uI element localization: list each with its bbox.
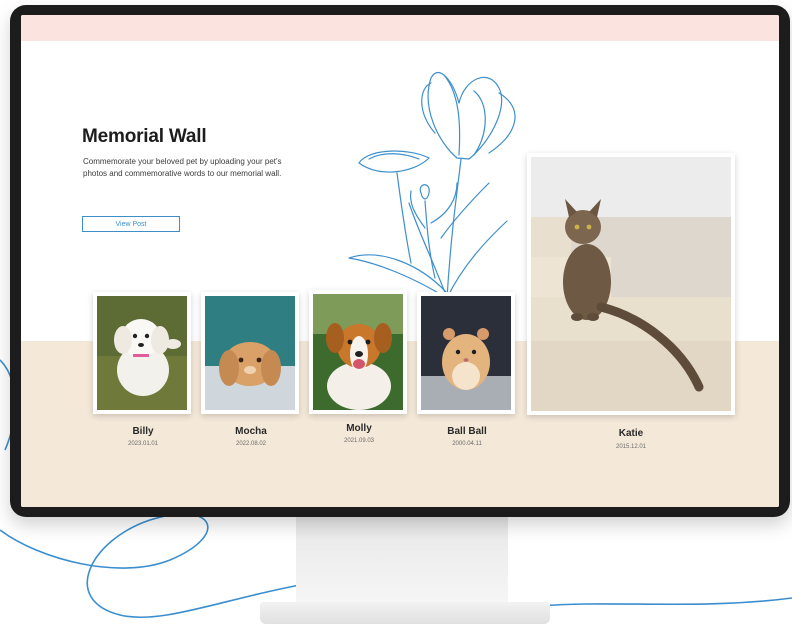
page-title: Memorial Wall <box>82 126 207 147</box>
flower-illustration-icon <box>348 71 516 299</box>
monitor-stand-base <box>260 602 550 624</box>
dog-photo-icon <box>97 296 187 410</box>
memorial-description: Commemorate your beloved pet by uploadin… <box>83 157 282 178</box>
hamster-photo-icon <box>421 296 511 410</box>
pet-photo-billy[interactable] <box>93 292 191 414</box>
monitor-screen: Memorial Wall Commemorate your beloved p… <box>21 15 779 507</box>
pet-photo-ball-ball[interactable] <box>417 292 515 414</box>
pet-name: Billy <box>132 426 154 437</box>
monitor-frame: Memorial Wall Commemorate your beloved p… <box>10 5 790 517</box>
monitor-stand-neck <box>296 517 508 605</box>
dog-photo-icon <box>313 294 403 410</box>
pet-name: Mocha <box>235 426 267 437</box>
view-post-button[interactable]: View Post <box>82 216 180 232</box>
pet-photo-katie[interactable] <box>527 153 735 415</box>
rabbit-photo-icon <box>205 296 295 410</box>
pet-name: Molly <box>346 423 372 434</box>
pet-date: 2021.09.03 <box>343 438 375 444</box>
pet-date: 2023.01.01 <box>127 441 159 447</box>
pet-date: 2000.04.11 <box>452 441 482 447</box>
top-bar <box>21 15 779 41</box>
cat-photo-icon <box>531 157 731 411</box>
pet-name: Ball Ball <box>447 426 487 437</box>
pet-date: 2022.08.02 <box>235 441 267 447</box>
pet-name: Katie <box>618 428 644 439</box>
pet-photo-mocha[interactable] <box>201 292 299 414</box>
pet-date: 2015.12.01 <box>615 444 647 450</box>
pet-photo-molly[interactable] <box>309 290 407 414</box>
